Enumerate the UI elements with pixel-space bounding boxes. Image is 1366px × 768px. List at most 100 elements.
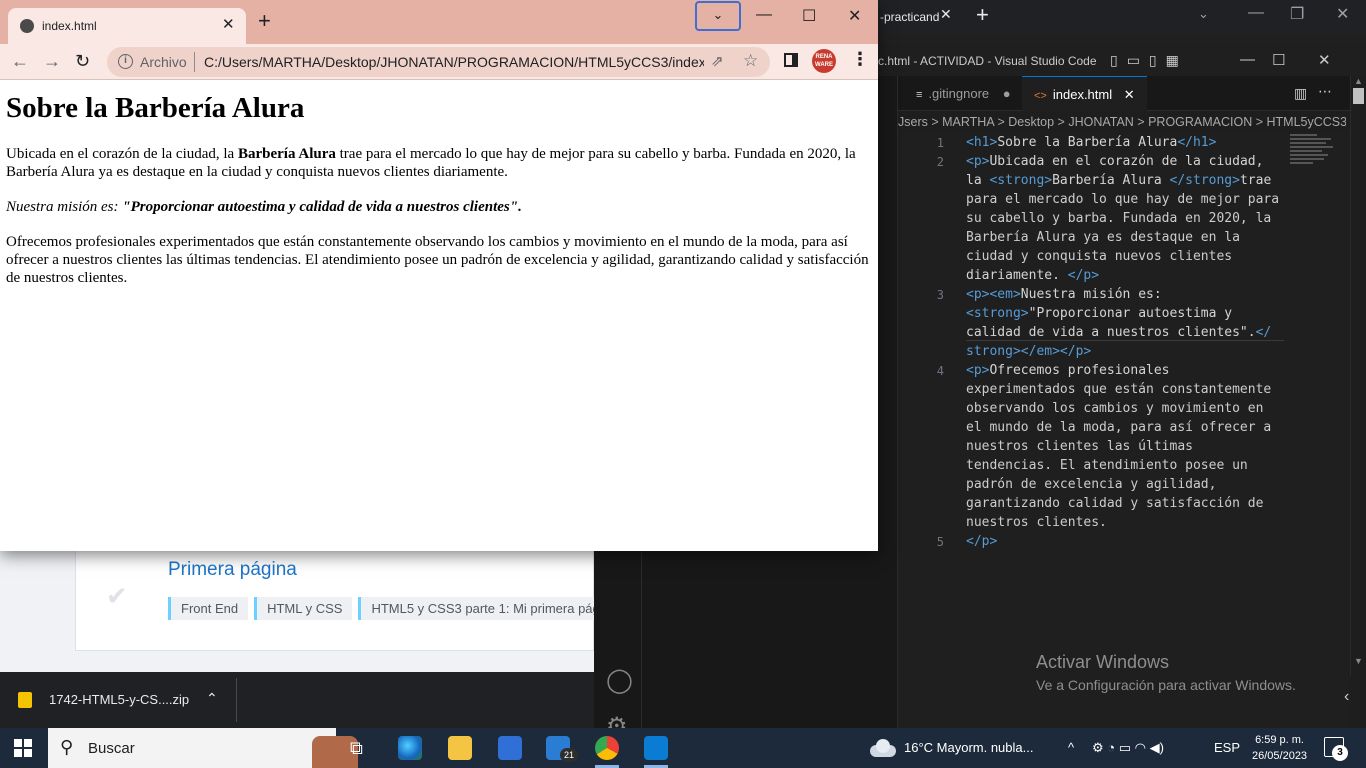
code-content[interactable]: <h1>Sobre la Barbería Alura</h1> <p>Ubic… — [966, 133, 1288, 551]
scroll-down-arrow-icon[interactable]: ▼ — [1354, 656, 1363, 666]
tab-close-icon[interactable]: ✕ — [222, 15, 235, 33]
file-explorer-icon[interactable] — [448, 736, 472, 760]
kebab-menu-icon[interactable]: ⋮ — [851, 49, 869, 70]
tab-index-html[interactable]: index.html ✕ — [8, 8, 246, 44]
course-card[interactable]: ✔ Primera página Front End HTML y CSS HT… — [75, 551, 610, 651]
tag-course[interactable]: HTML5 y CSS3 parte 1: Mi primera pág — [358, 597, 610, 620]
taskbar-search-box[interactable]: ⚲ Buscar — [48, 728, 358, 768]
breadcrumb[interactable]: Jsers > MARTHA > Desktop > JHONATAN > PR… — [898, 112, 1346, 134]
vscode-close-icon[interactable]: ✕ — [1318, 51, 1331, 69]
tab-gitignore[interactable]: ≡ .gitingnore ● — [904, 76, 1023, 111]
scroll-up-arrow-icon[interactable]: ▲ — [1354, 76, 1363, 86]
chevron-up-icon[interactable]: ⌃ — [206, 690, 218, 707]
chrome-icon[interactable] — [595, 736, 619, 760]
download-file-name[interactable]: 1742-HTML5-y-CS....zip — [49, 692, 189, 707]
maximize-icon[interactable]: ☐ — [802, 6, 816, 26]
account-icon[interactable]: ◯ — [606, 666, 633, 695]
windows-start-icon[interactable] — [14, 739, 32, 757]
url-text[interactable]: C:/Users/MARTHA/Desktop/JHONATAN/PROGRAM… — [204, 54, 704, 70]
chrome-tabbar: index.html ✕ + ⌄ — ☐ ✕ — [0, 0, 878, 44]
line-number: 4 — [936, 364, 944, 378]
activate-windows-subtitle: Ve a Configuración para activar Windows. — [1036, 677, 1296, 693]
notification-count: 3 — [1332, 745, 1348, 761]
search-icon: ⚲ — [60, 737, 74, 757]
background-tab-close-icon[interactable]: ✕ — [940, 6, 952, 23]
line-number: 3 — [936, 288, 944, 302]
panel-chevron-icon[interactable]: ‹ — [1344, 688, 1349, 706]
checkmark-icon: ✔ — [106, 581, 128, 611]
code-line: Barbería Alura ya es destaque en la — [966, 230, 1240, 245]
tab-search-button[interactable]: ⌄ — [695, 1, 741, 31]
vscode-maximize-icon[interactable]: ☐ — [1272, 51, 1285, 69]
page-heading: Sobre la Barbería Alura — [6, 92, 305, 124]
tag-front-end[interactable]: Front End — [168, 597, 249, 620]
minimize-icon[interactable]: — — [756, 6, 772, 24]
rena-ware-extension-icon[interactable]: RENA WARE — [812, 49, 836, 73]
code-line: experimentados que están constantemente — [966, 382, 1272, 397]
mail-badge: 21 — [560, 748, 578, 762]
scroll-thumb[interactable] — [1353, 88, 1364, 104]
tag-html-css[interactable]: HTML y CSS — [254, 597, 353, 620]
tab-title: index.html — [42, 19, 97, 33]
background-close-icon[interactable]: ✕ — [1336, 4, 1349, 24]
weather-cloud-icon — [870, 739, 896, 757]
file-scheme-label: Archivo — [140, 54, 187, 70]
taskbar-clock[interactable]: 6:59 p. m. 26/05/2023 — [1252, 732, 1307, 764]
code-line: diariamente. </p> — [966, 268, 1100, 283]
new-tab-icon[interactable]: + — [258, 10, 271, 32]
microsoft-store-icon[interactable] — [498, 736, 522, 760]
reload-icon[interactable]: ↻ — [75, 51, 90, 72]
code-line: tendencias. El atendimiento posee un — [966, 458, 1248, 473]
code-line: garantizando calidad y satisfacción de — [966, 496, 1264, 511]
line-number: 5 — [936, 535, 944, 549]
paragraph-intro: Ubicada en el corazón de la ciudad, la B… — [6, 146, 856, 180]
layout-toggle-icons[interactable]: ▯▭▯▦ — [1110, 52, 1188, 69]
tab-close-icon[interactable]: ✕ — [1124, 87, 1135, 102]
close-window-icon[interactable]: ✕ — [848, 6, 861, 26]
forward-arrow-icon[interactable]: → — [43, 51, 61, 72]
share-icon[interactable]: ⇗ — [711, 52, 724, 70]
code-line: <p><em>Nuestra misión es: — [966, 287, 1162, 302]
unsaved-dot-icon: ● — [1002, 86, 1011, 101]
back-arrow-icon[interactable]: ← — [11, 51, 29, 72]
weather-text[interactable]: 16°C Mayorm. nubla... — [904, 740, 1033, 755]
background-restore-icon[interactable]: ❐ — [1290, 4, 1304, 24]
language-indicator[interactable]: ESP — [1214, 740, 1240, 755]
bookmark-star-icon[interactable]: ☆ — [743, 51, 758, 71]
minimap[interactable] — [1290, 134, 1335, 176]
background-new-tab-icon[interactable]: + — [976, 2, 989, 28]
info-icon[interactable]: i — [118, 54, 133, 69]
more-actions-icon[interactable]: ⋯ — [1318, 83, 1332, 100]
edge-icon[interactable] — [398, 736, 422, 760]
tab-index-html[interactable]: <> index.html ✕ — [1022, 76, 1147, 111]
side-panel-icon[interactable] — [784, 53, 798, 67]
tray-chevron-icon[interactable]: ^ — [1068, 740, 1074, 755]
vscode-icon[interactable] — [644, 736, 668, 760]
course-tags: Front End HTML y CSS HTML5 y CSS3 parte … — [168, 597, 610, 620]
code-line: <p>Ubicada en el corazón de la ciudad, — [966, 154, 1264, 169]
divider — [194, 52, 195, 72]
editor-tabs: ≡ .gitingnore ● <> index.html ✕ ▥ ⋯ — [898, 76, 1366, 111]
background-tab-search-icon[interactable]: ⌄ — [1198, 6, 1209, 22]
course-title[interactable]: Primera página — [168, 559, 297, 581]
code-line: </p> — [966, 534, 998, 549]
code-line: el mundo de la moda, para así ofrecer a — [966, 420, 1272, 435]
code-line: la <strong>Barbería Alura </strong>trae — [966, 173, 1272, 188]
address-bar[interactable]: i Archivo C:/Users/MARTHA/Desktop/JHONAT… — [107, 47, 770, 77]
tray-icons[interactable]: ⚙ ◔ ▭ ◠ ◀) — [1092, 740, 1164, 756]
split-editor-icon[interactable]: ▥ — [1294, 85, 1307, 102]
paragraph-mission: Nuestra misión es: "Proporcionar autoest… — [6, 199, 522, 215]
background-tab-title[interactable]: -practicand — [880, 10, 939, 24]
chrome-window: index.html ✕ + ⌄ — ☐ ✕ ← → ↻ i Archivo C… — [0, 0, 878, 551]
editor-scrollbar[interactable]: ▲ ▼ — [1350, 76, 1366, 676]
background-minimize-icon[interactable]: — — [1248, 4, 1264, 22]
task-view-icon[interactable]: ⧉ — [350, 738, 363, 759]
tab-label: index.html — [1052, 87, 1113, 102]
html-file-icon: <> — [1034, 90, 1047, 102]
zip-file-icon — [18, 692, 32, 708]
paragraph-services: Ofrecemos profesionales experimentados q… — [6, 234, 869, 286]
code-line: observando los cambios y movimiento en — [966, 401, 1264, 416]
code-line: para el mercado lo que hay de mejor para — [966, 192, 1280, 207]
vscode-minimize-icon[interactable]: — — [1240, 51, 1255, 68]
line-number: 2 — [936, 155, 944, 169]
